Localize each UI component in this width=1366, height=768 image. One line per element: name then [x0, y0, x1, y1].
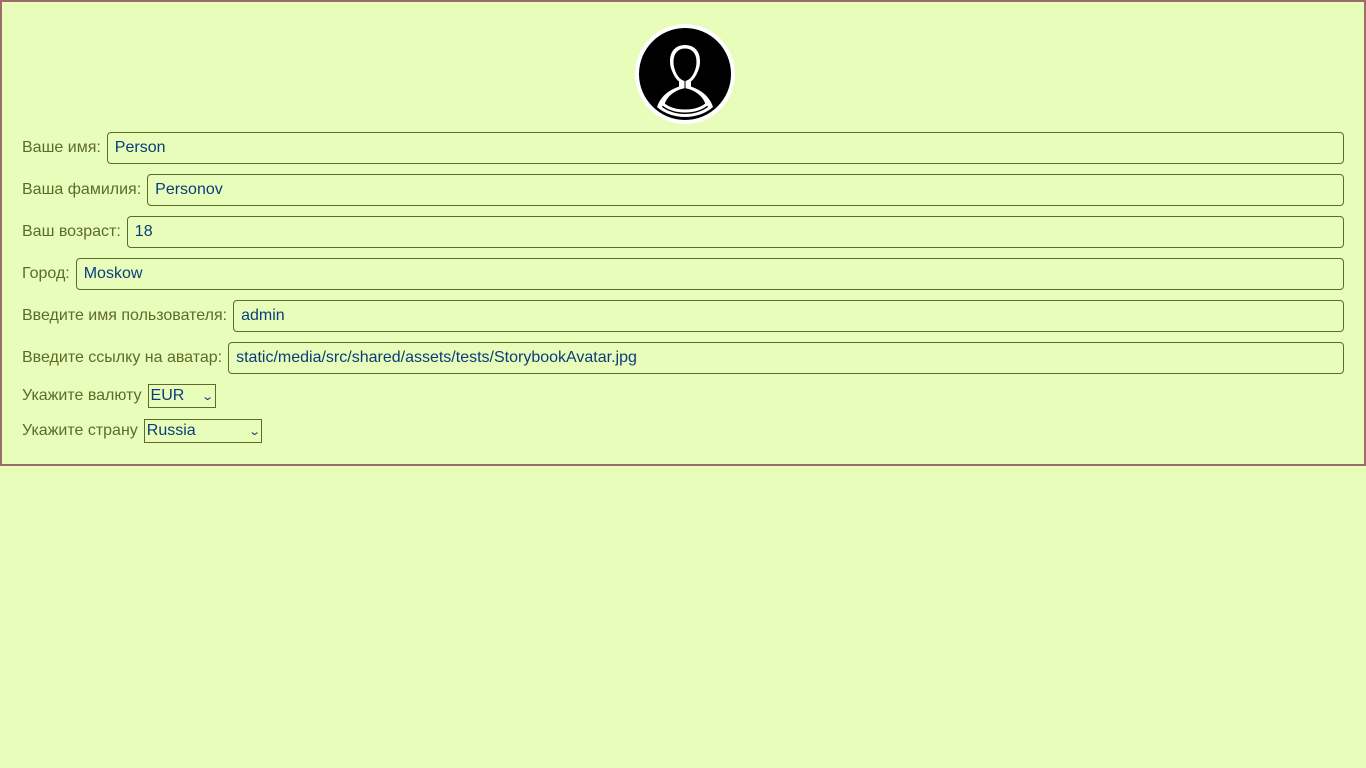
username-input[interactable] — [233, 300, 1344, 332]
age-input[interactable] — [126, 216, 1344, 248]
last-name-input[interactable] — [147, 174, 1344, 206]
first-name-label: Ваше имя: — [22, 139, 101, 156]
currency-row: Укажите валюту EUR ⌄ — [22, 384, 216, 408]
chevron-down-icon: ⌄ — [247, 425, 261, 438]
city-row: Город: — [22, 258, 1344, 290]
country-select[interactable]: Russia ⌄ — [143, 419, 262, 443]
country-selected-value: Russia — [146, 422, 196, 439]
last-name-row: Ваша фамилия: — [22, 174, 1344, 206]
user-avatar-icon — [639, 28, 731, 120]
avatar-link-row: Введите ссылку на аватар: — [22, 342, 1344, 374]
currency-label: Укажите валюту — [22, 387, 142, 404]
avatar-link-label: Введите ссылку на аватар: — [22, 349, 223, 366]
profile-card: Ваше имя: Ваша фамилия: Ваш возраст: Гор… — [0, 0, 1366, 466]
avatar — [635, 24, 735, 124]
age-row: Ваш возраст: — [22, 216, 1344, 248]
last-name-label: Ваша фамилия: — [22, 181, 142, 198]
city-label: Город: — [22, 265, 70, 282]
country-label: Укажите страну — [22, 422, 138, 439]
city-input[interactable] — [75, 258, 1344, 290]
username-label: Введите имя пользователя: — [22, 307, 228, 324]
age-label: Ваш возраст: — [22, 223, 121, 240]
username-row: Введите имя пользователя: — [22, 300, 1344, 332]
chevron-down-icon: ⌄ — [201, 390, 215, 403]
first-name-input[interactable] — [106, 132, 1344, 164]
avatar-link-input[interactable] — [228, 342, 1344, 374]
currency-selected-value: EUR — [150, 387, 185, 404]
country-row: Укажите страну Russia ⌄ — [22, 419, 262, 443]
currency-select[interactable]: EUR ⌄ — [147, 384, 216, 408]
first-name-row: Ваше имя: — [22, 132, 1344, 164]
